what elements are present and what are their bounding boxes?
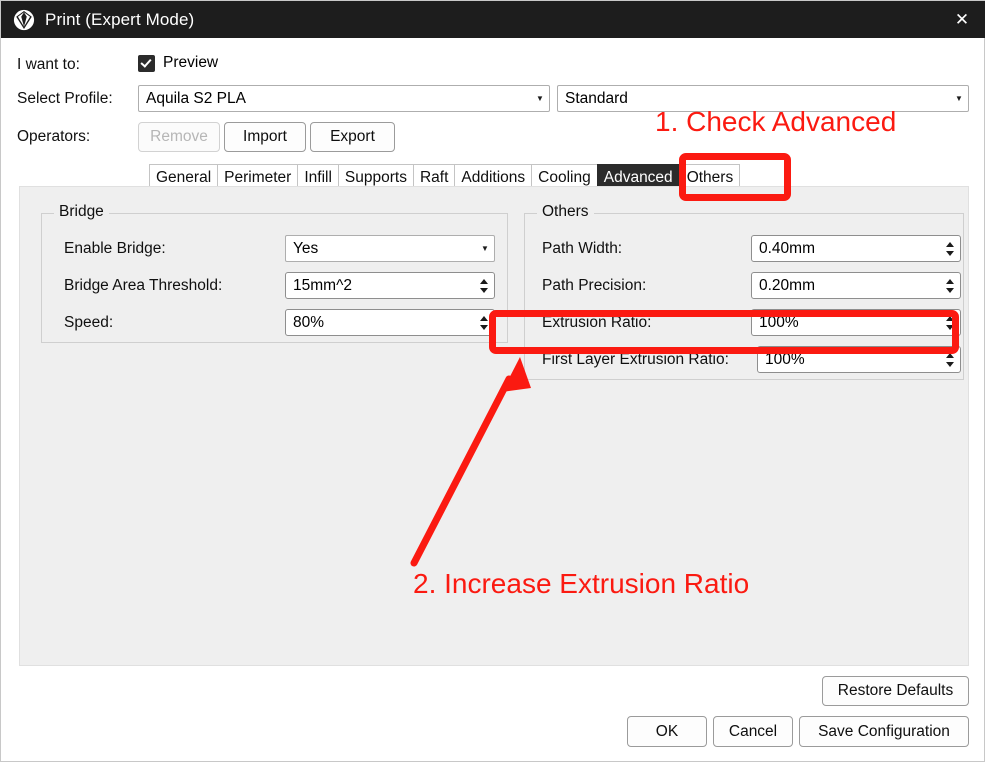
bridge-speed-label: Speed: bbox=[64, 314, 114, 331]
path-width-label: Path Width: bbox=[542, 240, 623, 257]
others-group: Others Path Width: 0.40mm Path Precision… bbox=[524, 203, 964, 380]
enable-bridge-select[interactable]: Yes ▼ bbox=[285, 235, 495, 262]
remove-button[interactable]: Remove bbox=[138, 122, 220, 152]
stepper-arrows-icon[interactable] bbox=[474, 315, 494, 330]
chevron-down-icon[interactable]: ▼ bbox=[950, 94, 968, 103]
window-title: Print (Expert Mode) bbox=[45, 9, 195, 29]
close-icon[interactable]: ✕ bbox=[938, 1, 985, 38]
quality-select[interactable]: Standard ▼ bbox=[557, 85, 969, 112]
path-precision-label: Path Precision: bbox=[542, 277, 647, 294]
preview-checkbox[interactable]: Preview bbox=[138, 54, 218, 72]
stepper-arrows-icon[interactable] bbox=[940, 315, 960, 330]
stepper-arrows-icon[interactable] bbox=[940, 278, 960, 293]
path-width-stepper[interactable]: 0.40mm bbox=[751, 235, 961, 262]
others-group-title: Others bbox=[537, 203, 594, 221]
gem-icon bbox=[13, 9, 35, 30]
enable-bridge-value: Yes bbox=[293, 239, 319, 257]
bridge-area-threshold-stepper[interactable]: 15mm^2 bbox=[285, 272, 495, 299]
preview-checkbox-label: Preview bbox=[163, 54, 219, 71]
extrusion-ratio-value: 100% bbox=[759, 313, 799, 331]
stepper-arrows-icon[interactable] bbox=[940, 352, 960, 367]
restore-defaults-button[interactable]: Restore Defaults bbox=[822, 676, 969, 706]
chevron-down-icon[interactable]: ▼ bbox=[531, 94, 549, 103]
bridge-group-title: Bridge bbox=[54, 203, 109, 221]
bridge-area-threshold-label: Bridge Area Threshold: bbox=[64, 277, 223, 294]
first-layer-extrusion-ratio-stepper[interactable]: 100% bbox=[757, 346, 961, 373]
quality-select-value: Standard bbox=[565, 89, 628, 107]
title-bar: Print (Expert Mode) ✕ bbox=[1, 1, 985, 38]
bridge-speed-stepper[interactable]: 80% bbox=[285, 309, 495, 336]
save-configuration-button[interactable]: Save Configuration bbox=[799, 716, 969, 747]
extrusion-ratio-stepper[interactable]: 100% bbox=[751, 309, 961, 336]
advanced-tab-panel: Bridge Enable Bridge: Yes ▼ Bridge Area … bbox=[19, 186, 969, 666]
select-profile-label: Select Profile: bbox=[17, 90, 113, 107]
export-button[interactable]: Export bbox=[310, 122, 395, 152]
profile-select[interactable]: Aquila S2 PLA ▼ bbox=[138, 85, 550, 112]
bridge-group: Bridge Enable Bridge: Yes ▼ Bridge Area … bbox=[41, 203, 508, 343]
extrusion-ratio-label: Extrusion Ratio: bbox=[542, 314, 652, 331]
enable-bridge-label: Enable Bridge: bbox=[64, 240, 166, 257]
first-layer-extrusion-ratio-label: First Layer Extrusion Ratio: bbox=[542, 351, 729, 368]
cancel-button[interactable]: Cancel bbox=[713, 716, 793, 747]
path-precision-stepper[interactable]: 0.20mm bbox=[751, 272, 961, 299]
stepper-arrows-icon[interactable] bbox=[940, 241, 960, 256]
ok-button[interactable]: OK bbox=[627, 716, 707, 747]
bridge-speed-value: 80% bbox=[293, 313, 325, 331]
import-button[interactable]: Import bbox=[224, 122, 306, 152]
checkbox-check-icon[interactable] bbox=[138, 54, 155, 72]
i-want-to-label: I want to: bbox=[17, 56, 80, 73]
first-layer-extrusion-ratio-value: 100% bbox=[765, 350, 805, 368]
stepper-arrows-icon[interactable] bbox=[474, 278, 494, 293]
chevron-down-icon[interactable]: ▼ bbox=[476, 244, 494, 253]
path-precision-value: 0.20mm bbox=[759, 276, 815, 294]
operators-label: Operators: bbox=[17, 128, 91, 145]
path-width-value: 0.40mm bbox=[759, 239, 815, 257]
bridge-area-threshold-value: 15mm^2 bbox=[293, 276, 352, 294]
profile-select-value: Aquila S2 PLA bbox=[146, 89, 246, 107]
print-dialog-window: Print (Expert Mode) ✕ I want to: Preview… bbox=[0, 0, 985, 762]
